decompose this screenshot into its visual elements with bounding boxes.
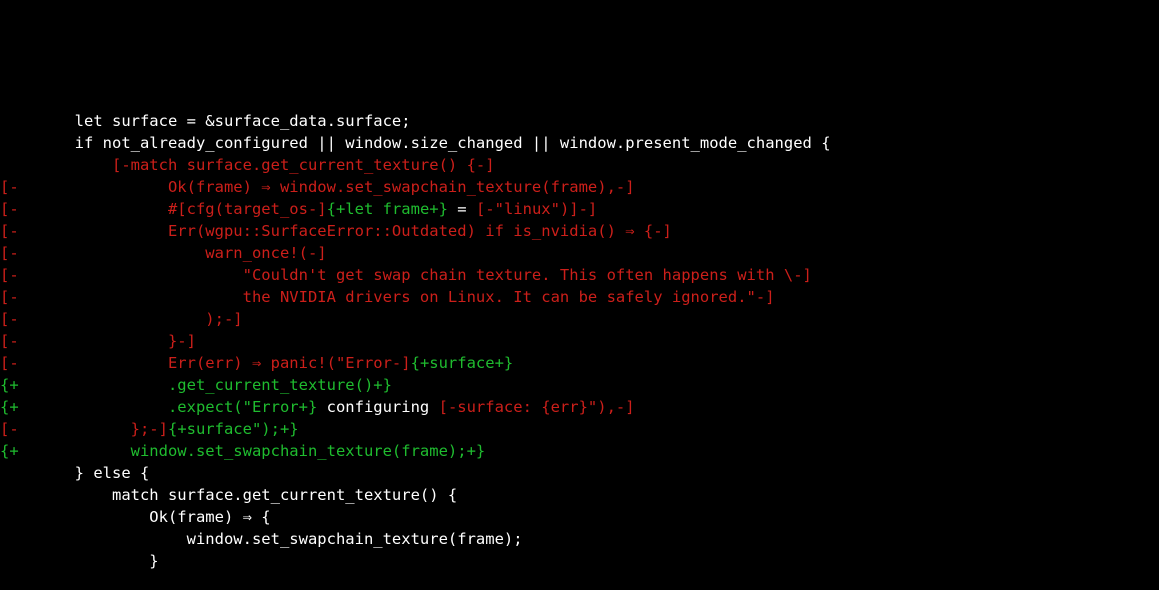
diff-view: let surface = &surface_data.surface; if … bbox=[0, 110, 1159, 572]
diff-context-segment: let surface = &surface_data.surface; bbox=[0, 112, 411, 130]
diff-context-segment: match surface.get_current_texture() { bbox=[0, 486, 457, 504]
diff-line: {+ window.set_swapchain_texture(frame);+… bbox=[0, 440, 1159, 462]
diff-deleted-segment: [- the NVIDIA drivers on Linux. It can b… bbox=[0, 288, 775, 306]
diff-deleted-segment: [- );-] bbox=[0, 310, 243, 328]
diff-deleted-segment: [- };-] bbox=[0, 420, 168, 438]
diff-line: [- warn_once!(-] bbox=[0, 242, 1159, 264]
diff-added-segment: {+surface+} bbox=[411, 354, 514, 372]
diff-added-segment: {+ .get_current_texture()+} bbox=[0, 376, 392, 394]
diff-added-segment: {+let frame+} bbox=[327, 200, 448, 218]
diff-line: } bbox=[0, 550, 1159, 572]
diff-line: [- );-] bbox=[0, 308, 1159, 330]
diff-line: {+ .get_current_texture()+} bbox=[0, 374, 1159, 396]
diff-added-segment: {+ window.set_swapchain_texture(frame);+… bbox=[0, 442, 485, 460]
diff-context-segment: if not_already_configured || window.size… bbox=[0, 134, 831, 152]
diff-line: if not_already_configured || window.size… bbox=[0, 132, 1159, 154]
diff-deleted-segment: [- Err(err) ⇒ panic!("Error-] bbox=[0, 354, 411, 372]
diff-context-segment: } bbox=[0, 552, 159, 570]
diff-line: [- Ok(frame) ⇒ window.set_swapchain_text… bbox=[0, 176, 1159, 198]
diff-context-segment: } else { bbox=[0, 464, 149, 482]
diff-context-segment: configuring bbox=[317, 398, 438, 416]
diff-deleted-segment: [- "Couldn't get swap chain texture. Thi… bbox=[0, 266, 812, 284]
diff-line: } else { bbox=[0, 462, 1159, 484]
diff-deleted-segment: [- Ok(frame) ⇒ window.set_swapchain_text… bbox=[0, 178, 635, 196]
diff-line: window.set_swapchain_texture(frame); bbox=[0, 528, 1159, 550]
diff-deleted-segment: [- #[cfg(target_os-] bbox=[0, 200, 327, 218]
diff-context-segment bbox=[0, 156, 112, 174]
diff-line: [- }-] bbox=[0, 330, 1159, 352]
diff-line: [-match surface.get_current_texture() {-… bbox=[0, 154, 1159, 176]
diff-line: {+ .expect("Error+} configuring [-surfac… bbox=[0, 396, 1159, 418]
diff-line: [- };-]{+surface");+} bbox=[0, 418, 1159, 440]
diff-line: match surface.get_current_texture() { bbox=[0, 484, 1159, 506]
diff-context-segment: window.set_swapchain_texture(frame); bbox=[0, 530, 523, 548]
diff-line: [- #[cfg(target_os-]{+let frame+} = [-"l… bbox=[0, 198, 1159, 220]
diff-line: [- Err(err) ⇒ panic!("Error-]{+surface+} bbox=[0, 352, 1159, 374]
diff-line: [- "Couldn't get swap chain texture. Thi… bbox=[0, 264, 1159, 286]
diff-deleted-segment: [- Err(wgpu::SurfaceError::Outdated) if … bbox=[0, 222, 672, 240]
diff-line: let surface = &surface_data.surface; bbox=[0, 110, 1159, 132]
diff-context-segment: = bbox=[448, 200, 476, 218]
diff-deleted-segment: [- warn_once!(-] bbox=[0, 244, 327, 262]
diff-line: [- Err(wgpu::SurfaceError::Outdated) if … bbox=[0, 220, 1159, 242]
diff-context-segment: Ok(frame) ⇒ { bbox=[0, 508, 271, 526]
diff-line: [- the NVIDIA drivers on Linux. It can b… bbox=[0, 286, 1159, 308]
diff-deleted-segment: [-surface: {err}"),-] bbox=[439, 398, 635, 416]
diff-added-segment: {+ .expect("Error+} bbox=[0, 398, 317, 416]
diff-deleted-segment: [-match surface.get_current_texture() {-… bbox=[112, 156, 495, 174]
diff-line: Ok(frame) ⇒ { bbox=[0, 506, 1159, 528]
diff-deleted-segment: [- }-] bbox=[0, 332, 196, 350]
diff-added-segment: {+surface");+} bbox=[168, 420, 299, 438]
diff-deleted-segment: [-"linux")]-] bbox=[476, 200, 597, 218]
